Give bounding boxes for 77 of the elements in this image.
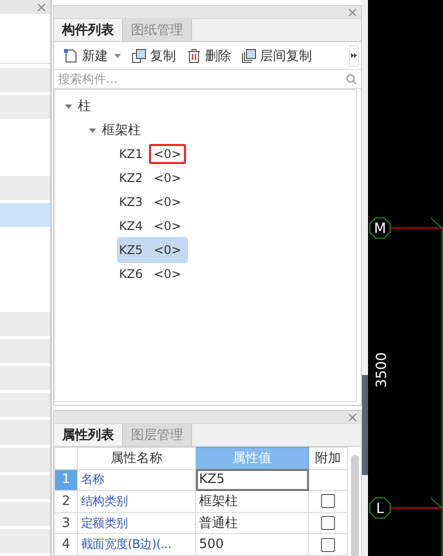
axis-label: M	[374, 221, 386, 237]
list-row[interactable]	[0, 339, 50, 364]
tree-node[interactable]: 框架柱	[99, 119, 144, 141]
panel-tab[interactable]: 属性列表	[54, 424, 123, 446]
item-name: KZ5	[119, 243, 143, 257]
item-count: <0>	[148, 144, 186, 164]
stacked-copy-icon	[241, 48, 257, 64]
list-row[interactable]	[0, 94, 50, 119]
item-name: KZ3	[119, 195, 143, 209]
property-value[interactable]: KZ5	[196, 469, 308, 491]
dimension-label: 3500	[374, 352, 390, 388]
checkbox[interactable]	[321, 538, 335, 552]
item-name: KZ6	[119, 267, 143, 281]
highlighted-row[interactable]	[0, 203, 50, 228]
item-name: KZ1	[119, 147, 143, 161]
more-button[interactable]	[349, 44, 359, 66]
column-header: 属性名称	[78, 448, 196, 470]
trash-icon	[186, 48, 202, 64]
double-arrow-icon	[351, 53, 357, 58]
tree-node[interactable]: 柱	[75, 95, 94, 117]
tree-item[interactable]: KZ1 <0>	[117, 141, 188, 167]
item-count: <0>	[152, 170, 182, 187]
list-row[interactable]	[0, 68, 50, 92]
column-header: 属性值	[196, 448, 308, 470]
item-count: <0>	[152, 266, 182, 283]
property-name: 定额类别	[78, 512, 196, 534]
tree-item[interactable]: KZ2 <0>	[117, 165, 188, 191]
list-row[interactable]	[0, 474, 50, 499]
list-row[interactable]	[0, 502, 50, 526]
item-name: KZ4	[119, 219, 143, 233]
close-icon[interactable]	[37, 2, 46, 12]
list-row[interactable]	[0, 312, 50, 336]
expanded-caret-icon[interactable]	[89, 126, 96, 134]
copy-icon	[131, 48, 147, 64]
list-row[interactable]	[0, 529, 50, 554]
axis-line	[391, 227, 443, 229]
list-row[interactable]	[0, 393, 50, 418]
new-button[interactable]: 新建	[58, 44, 126, 68]
item-count: <0>	[152, 218, 182, 235]
new-file-icon	[63, 48, 79, 64]
property-value[interactable]: 框架柱	[196, 490, 308, 512]
column-header: 附加	[308, 448, 348, 470]
row-number[interactable]: 2	[54, 490, 78, 512]
item-name: KZ2	[119, 171, 143, 185]
row-number[interactable]: 3	[54, 512, 78, 534]
list-row[interactable]	[0, 448, 50, 472]
search-field[interactable]: 搜索构件...	[58, 72, 346, 86]
list-row[interactable]	[0, 176, 50, 200]
splitter-handle[interactable]	[362, 375, 368, 475]
item-count: <0>	[152, 194, 182, 211]
tick-mark	[430, 218, 442, 228]
item-count: <0>	[152, 242, 182, 259]
search-icon	[346, 74, 357, 84]
axis-line	[391, 507, 443, 509]
panel-tab[interactable]: 构件列表	[54, 19, 123, 41]
list-row[interactable]	[0, 420, 50, 445]
row-number[interactable]: 4	[54, 534, 78, 556]
tree-item[interactable]: KZ6 <0>	[117, 261, 188, 287]
expanded-caret-icon[interactable]	[65, 102, 72, 110]
axis-label: L	[376, 501, 384, 517]
property-value[interactable]: 500	[196, 534, 308, 556]
tree-item[interactable]: KZ5 <0>	[117, 237, 188, 263]
property-name: 结构类别	[78, 490, 196, 512]
property-name: 截面宽度(B边)(...	[78, 534, 196, 556]
delete-button[interactable]: 删除	[181, 44, 236, 68]
property-name: 名称	[78, 469, 196, 491]
tree-item[interactable]: KZ4 <0>	[117, 213, 188, 239]
property-value[interactable]: 普通柱	[196, 512, 308, 534]
tree-item[interactable]: KZ3 <0>	[117, 189, 188, 215]
floor-copy-button[interactable]: 层间复制	[236, 44, 317, 68]
checkbox[interactable]	[321, 494, 335, 508]
close-icon[interactable]	[348, 8, 357, 16]
copy-button[interactable]: 复制	[126, 44, 181, 68]
close-icon[interactable]	[348, 412, 357, 422]
checkbox[interactable]	[321, 516, 335, 530]
tick-mark	[430, 498, 442, 508]
list-row[interactable]	[0, 366, 50, 390]
